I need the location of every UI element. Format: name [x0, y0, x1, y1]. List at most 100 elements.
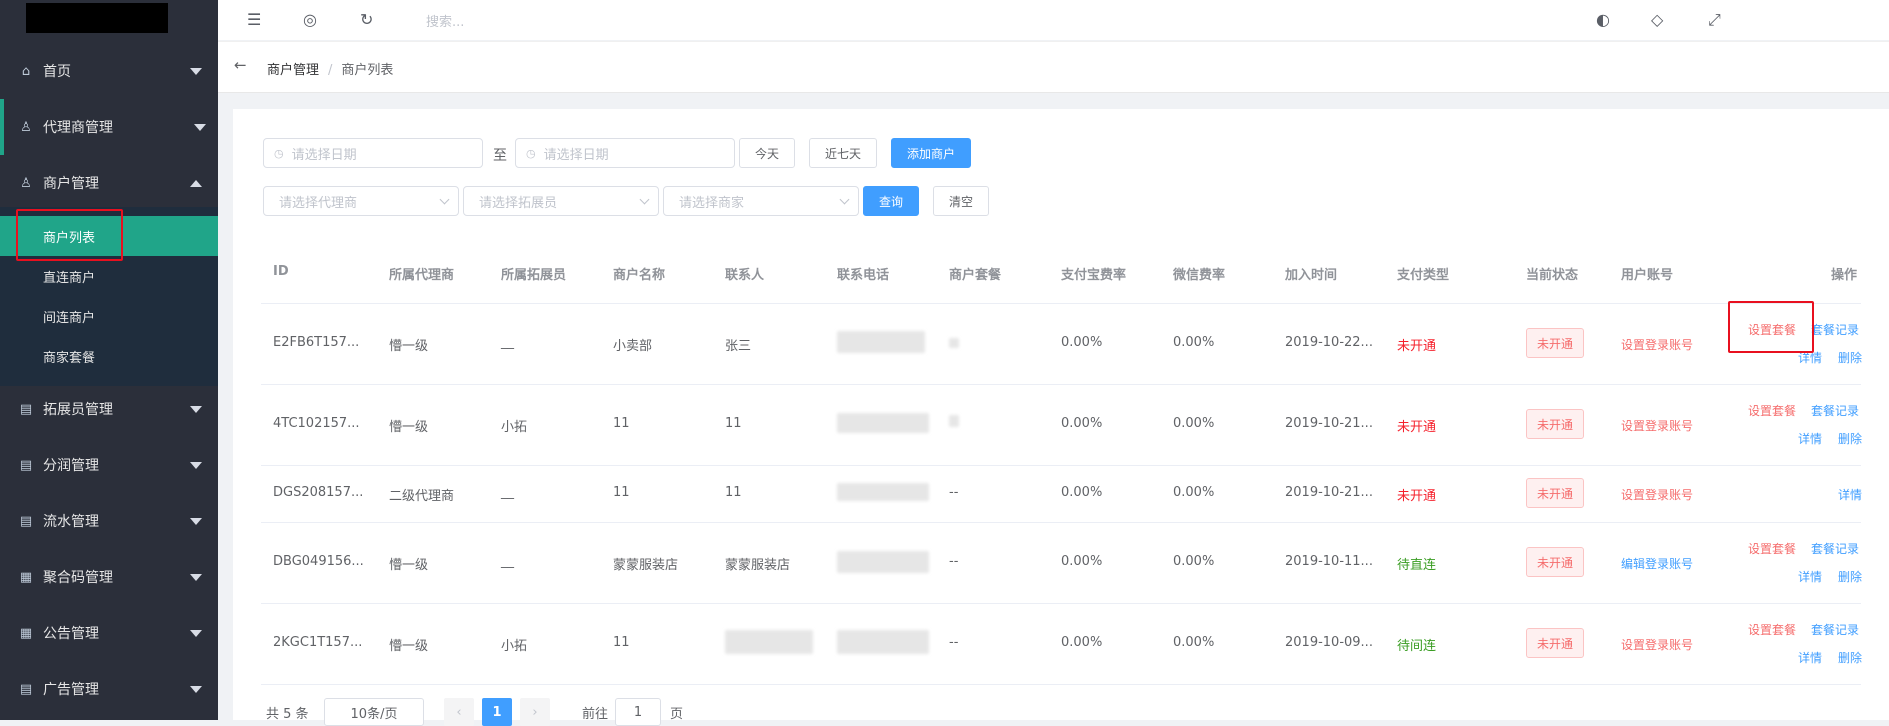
cell-wechat-rate: 0.00%: [1173, 635, 1215, 650]
set-package-link[interactable]: 设置套餐: [1748, 540, 1796, 557]
refresh-icon[interactable]: ↻: [360, 10, 373, 29]
detail-link[interactable]: 详情: [1798, 649, 1822, 666]
package-record-link[interactable]: 套餐记录: [1811, 402, 1859, 419]
status-badge: 未开通: [1526, 478, 1584, 508]
page-size-select[interactable]: 10条/页: [324, 698, 424, 726]
detail-link[interactable]: 详情: [1798, 568, 1822, 585]
add-merchant-button[interactable]: 添加商户: [891, 138, 971, 168]
cell-merchant-name: 11: [613, 635, 630, 650]
sidebar-subitem-merchant-packages[interactable]: 商家套餐: [0, 336, 218, 376]
cell-contact: 蒙蒙服装店: [725, 558, 791, 573]
delete-link[interactable]: 删除: [1838, 568, 1862, 585]
sidebar-item-aggregate-codes[interactable]: ▦ 聚合码管理: [0, 549, 218, 605]
sidebar-item-agents[interactable]: ♙ 代理商管理: [0, 99, 222, 155]
package-record-link[interactable]: 套餐记录: [1811, 621, 1859, 638]
last-seven-days-button[interactable]: 近七天: [809, 138, 877, 168]
search-input[interactable]: 搜索...: [426, 11, 464, 30]
column-header-wechat-rate: 微信费率: [1173, 268, 1226, 283]
table-divider: [261, 522, 1861, 523]
sidebar-item-label: 公告管理: [43, 626, 99, 642]
clear-button[interactable]: 清空: [933, 186, 989, 216]
logo: [26, 3, 168, 33]
cell-package: --: [949, 635, 959, 650]
menu-fold-icon[interactable]: ☰: [247, 10, 261, 29]
sidebar-item-merchants[interactable]: ♙ 商户管理: [0, 155, 218, 211]
table-divider: [261, 684, 1861, 685]
page-number-current[interactable]: 1: [482, 698, 512, 726]
chevron-down-icon: [439, 194, 450, 205]
cell-phone-redacted: [837, 483, 929, 501]
package-record-link[interactable]: 套餐记录: [1811, 321, 1859, 338]
start-date-picker[interactable]: ◷ 请选择日期: [263, 138, 483, 168]
column-header-id: ID: [273, 264, 289, 279]
page-size-value: 10条/页: [350, 706, 398, 722]
caret-down-icon: [190, 686, 202, 693]
end-date-picker[interactable]: ◷ 请选择日期: [515, 138, 735, 168]
caret-down-icon: [190, 630, 202, 637]
set-login-account-link[interactable]: 设置登录账号: [1621, 486, 1693, 503]
breadcrumb-parent[interactable]: 商户管理: [267, 63, 319, 78]
cell-wechat-rate: 0.00%: [1173, 554, 1215, 569]
set-package-link[interactable]: 设置套餐: [1748, 402, 1796, 419]
delete-link[interactable]: 删除: [1838, 349, 1862, 366]
goto-page-input[interactable]: 1: [615, 698, 661, 726]
breadcrumb-separator: /: [328, 63, 333, 78]
sidebar-subitem-label: 直连商户: [43, 270, 96, 286]
query-button[interactable]: 查询: [863, 186, 919, 216]
cell-alipay-rate: 0.00%: [1061, 635, 1103, 650]
package-record-link[interactable]: 套餐记录: [1811, 540, 1859, 557]
sidebar-item-label: 首页: [43, 64, 71, 80]
column-header-actions: 操作: [1831, 268, 1858, 283]
back-arrow-icon[interactable]: ←: [234, 56, 247, 74]
sidebar-item-announcements[interactable]: ▦ 公告管理: [0, 605, 218, 661]
status-badge: 未开通: [1526, 628, 1584, 658]
date-range-separator: 至: [493, 148, 507, 164]
set-login-account-link[interactable]: 设置登录账号: [1621, 417, 1693, 434]
clock-icon: ◷: [526, 146, 536, 160]
detail-link[interactable]: 详情: [1798, 430, 1822, 447]
user-icon: ♙: [20, 119, 32, 135]
sidebar-item-profit-sharing[interactable]: ▤ 分润管理: [0, 437, 218, 493]
merchant-select[interactable]: 请选择商家: [663, 186, 859, 216]
table-divider: [261, 303, 1861, 304]
caret-down-icon: [190, 462, 202, 469]
palette-icon[interactable]: ◐: [1596, 10, 1610, 29]
globe-icon[interactable]: ◎: [303, 10, 317, 29]
today-button[interactable]: 今天: [739, 138, 795, 168]
sidebar-item-ads[interactable]: ▤ 广告管理: [0, 661, 218, 717]
column-header-expander: 所属拓展员: [501, 268, 567, 283]
set-package-link[interactable]: 设置套餐: [1748, 621, 1796, 638]
sidebar-item-expanders[interactable]: ▤ 拓展员管理: [0, 381, 218, 437]
prev-page-button[interactable]: ‹: [444, 698, 474, 726]
fullscreen-icon[interactable]: ⤢: [1708, 10, 1721, 30]
column-header-joined: 加入时间: [1285, 268, 1338, 283]
expander-select[interactable]: 请选择拓展员: [463, 186, 659, 216]
cell-id: E2FB6T157...: [273, 335, 360, 350]
sidebar-item-home[interactable]: ⌂ 首页: [0, 43, 218, 99]
cell-joined: 2019-10-21...: [1285, 416, 1373, 431]
edit-login-account-link[interactable]: 编辑登录账号: [1621, 555, 1693, 572]
cell-pay-type: 未开通: [1397, 420, 1437, 435]
sidebar-subitem-direct-merchants[interactable]: 直连商户: [0, 256, 218, 296]
cell-joined: 2019-10-21...: [1285, 485, 1373, 500]
detail-link[interactable]: 详情: [1838, 486, 1862, 503]
sidebar-item-transactions[interactable]: ▤ 流水管理: [0, 493, 218, 549]
cell-agent: 懵一级: [389, 420, 429, 435]
cell-package: --: [949, 485, 959, 500]
merchant-select-placeholder: 请选择商家: [679, 195, 745, 211]
next-page-button[interactable]: ›: [520, 698, 550, 726]
sidebar-subitem-indirect-merchants[interactable]: 间连商户: [0, 296, 218, 336]
delete-link[interactable]: 删除: [1838, 649, 1862, 666]
cell-contact: 11: [725, 485, 742, 500]
sidebar-item-label: 流水管理: [43, 514, 99, 530]
sidebar-item-label: 拓展员管理: [43, 402, 113, 418]
delete-link[interactable]: 删除: [1838, 430, 1862, 447]
highlight-box: [1728, 301, 1814, 353]
agent-select[interactable]: 请选择代理商: [263, 186, 459, 216]
sidebar: ⌂ 首页 ♙ 代理商管理 ♙ 商户管理 商户列表 直连商户 间连商户 商家套餐 …: [0, 0, 218, 720]
status-badge: 未开通: [1526, 328, 1584, 358]
caret-up-icon: [190, 180, 202, 187]
set-login-account-link[interactable]: 设置登录账号: [1621, 336, 1693, 353]
set-login-account-link[interactable]: 设置登录账号: [1621, 636, 1693, 653]
tag-icon[interactable]: ◇: [1651, 10, 1663, 29]
